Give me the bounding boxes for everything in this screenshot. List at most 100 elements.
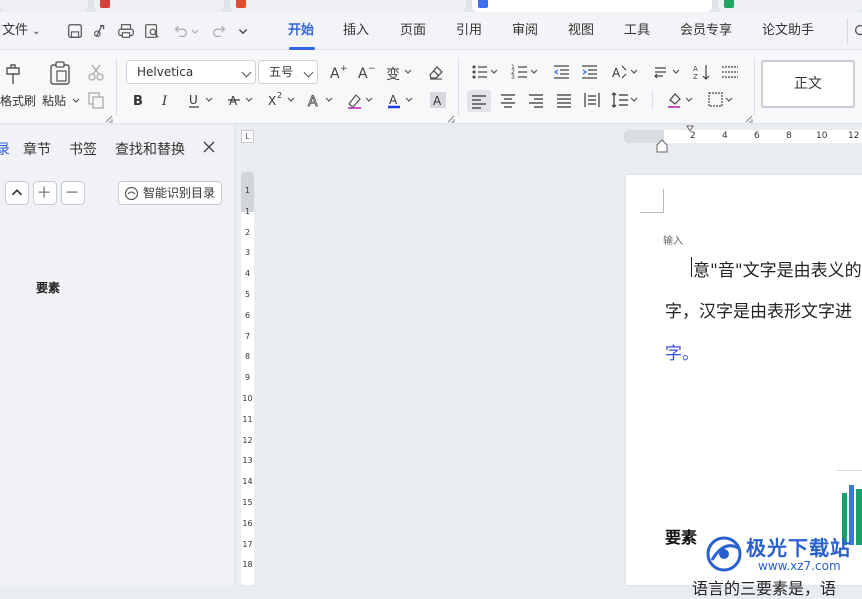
svg-text:A: A [433, 94, 442, 108]
print-preview-icon[interactable] [143, 22, 161, 40]
increase-font-size-icon[interactable]: A + [328, 62, 348, 82]
style-normal[interactable]: 正文 [761, 60, 855, 108]
nav-tab-find-replace[interactable]: 查找和替换 [115, 139, 185, 159]
font-size-select[interactable]: 五号 [258, 60, 318, 84]
svg-text:U: U [189, 93, 198, 107]
menu-tab-review[interactable]: 审阅 [512, 12, 538, 50]
nav-tab-contents[interactable]: 录 [0, 139, 10, 159]
font-launcher-icon[interactable] [447, 112, 455, 123]
borders-icon[interactable] [706, 90, 736, 110]
paragraph-launcher-icon[interactable] [745, 112, 753, 123]
copy-icon[interactable] [86, 90, 106, 110]
text-direction-icon[interactable]: A [610, 62, 640, 82]
ruler-tick-label: 1 [244, 186, 251, 195]
line-break-icon[interactable] [652, 62, 682, 82]
ruler-tick-label: 13 [242, 456, 253, 466]
smart-toc-button[interactable]: 智能识别目录 [118, 181, 222, 205]
window-tab-active[interactable] [472, 0, 712, 12]
svg-text:A: A [308, 94, 318, 110]
paste-dropdown-icon[interactable] [71, 95, 81, 105]
writer-doc-icon [478, 0, 488, 8]
add-heading-button[interactable] [33, 181, 57, 205]
bold-icon[interactable]: B [128, 90, 148, 110]
window-tab[interactable] [94, 0, 224, 12]
align-center-icon[interactable] [498, 90, 518, 110]
menu-tab-view[interactable]: 视图 [568, 12, 594, 50]
nav-tab-sections[interactable]: 章节 [23, 139, 51, 159]
align-right-icon[interactable] [526, 90, 546, 110]
font-color-icon[interactable]: A [386, 90, 416, 110]
italic-icon[interactable]: I [156, 90, 176, 110]
window-tab[interactable] [718, 0, 862, 12]
smart-toc-label: 智能识别目录 [143, 186, 216, 200]
collapse-up-button[interactable] [5, 181, 29, 205]
decrease-font-size-icon[interactable]: A − [356, 62, 376, 82]
line-spacing-icon[interactable] [610, 90, 640, 110]
menu-tab-insert[interactable]: 插入 [343, 12, 369, 50]
watermark-logo-icon [704, 534, 744, 574]
align-left-icon[interactable] [467, 90, 491, 112]
save-icon[interactable] [66, 22, 84, 40]
ruler-tick-label: 16 [242, 518, 253, 528]
file-menu[interactable]: 文件 ⌄ [2, 12, 41, 50]
decrease-indent-icon[interactable] [552, 62, 572, 82]
vertical-ruler[interactable]: 1 1 2 3 4 5 6 7 8 9 10 11 12 13 14 15 16 17 18 [241, 172, 254, 585]
close-icon[interactable] [201, 139, 217, 155]
print-icon[interactable] [117, 22, 135, 40]
phonetic-guide-icon[interactable]: 变 [384, 62, 414, 83]
ruler-tick-label: 17 [242, 539, 253, 549]
remove-heading-button[interactable] [61, 181, 85, 205]
window-tab[interactable] [230, 0, 466, 12]
menu-tab-tools[interactable]: 工具 [624, 12, 650, 50]
undo-dropdown-icon[interactable] [190, 26, 200, 36]
menu-tab-references[interactable]: 引用 [456, 12, 482, 50]
undo-icon[interactable] [171, 22, 189, 40]
menu-tab-home[interactable]: 开始 [288, 12, 314, 50]
cut-icon[interactable] [86, 62, 106, 82]
distributed-align-icon[interactable] [582, 90, 602, 110]
toc-item[interactable]: 要素 [36, 279, 60, 296]
site-watermark: 极光下载站 www.xz7.com [700, 528, 860, 578]
sort-icon[interactable]: AZ [692, 62, 712, 82]
highlight-icon[interactable] [346, 90, 376, 110]
ruler-tick-label: 12 [242, 435, 253, 445]
paste-label[interactable]: 粘贴 [42, 92, 66, 109]
svg-text:B: B [133, 94, 143, 109]
ruler-tick-label: 4 [722, 131, 728, 141]
search-icon[interactable] [852, 22, 862, 40]
svg-text:A: A [330, 66, 340, 82]
hanging-indent-marker[interactable] [656, 139, 668, 153]
font-name-select[interactable]: Helvetica [126, 60, 256, 84]
ruler-tick-label: 18 [242, 560, 253, 570]
numbered-list-icon[interactable]: 123 [510, 62, 540, 82]
paste-icon[interactable] [48, 60, 72, 86]
text-effect-icon[interactable]: A [306, 90, 336, 110]
document-page[interactable]: 输入 意"音"文字是由表义的 字，汉字是由表形文字进 字。 要素 语言的三要素是… [626, 175, 862, 598]
show-hide-marks-icon[interactable] [720, 62, 740, 82]
menu-tab-thesis-assistant[interactable]: 论文助手 [762, 12, 814, 50]
superscript-icon[interactable]: X2 [266, 90, 298, 110]
character-shading-icon[interactable]: A [428, 90, 448, 110]
window-tab[interactable] [0, 0, 88, 12]
export-pdf-icon[interactable] [91, 22, 109, 40]
menu-tab-member[interactable]: 会员专享 [680, 12, 732, 50]
justify-icon[interactable] [554, 90, 574, 110]
format-painter-label[interactable]: 格式刷 [0, 92, 36, 109]
svg-text:2: 2 [277, 91, 282, 100]
shading-icon[interactable] [666, 90, 696, 110]
strikethrough-icon[interactable]: A [226, 90, 256, 110]
clipboard-launcher-icon[interactable] [105, 112, 113, 123]
nav-tab-bookmarks[interactable]: 书签 [69, 139, 97, 159]
format-painter-icon[interactable] [3, 62, 25, 86]
redo-icon[interactable] [211, 22, 229, 40]
increase-indent-icon[interactable] [580, 62, 600, 82]
menu-tab-page[interactable]: 页面 [400, 12, 426, 50]
ruler-tick-label: 5 [244, 290, 251, 299]
ruler-tick-label: 10 [816, 131, 828, 141]
underline-icon[interactable]: U [186, 90, 216, 110]
ribbon-separator [116, 58, 117, 116]
bullet-list-icon[interactable] [470, 62, 500, 82]
tab-stop-selector[interactable]: L [241, 130, 254, 143]
chevron-down-icon[interactable] [237, 26, 249, 38]
clear-formatting-icon[interactable] [426, 62, 446, 82]
